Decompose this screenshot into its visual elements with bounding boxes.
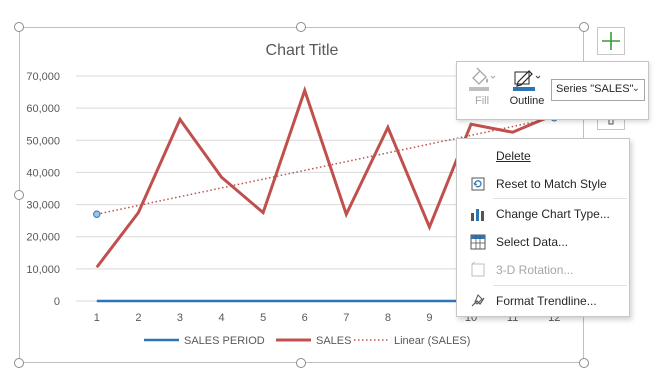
x-tick-label: 4 bbox=[218, 312, 224, 324]
3d-rotation-label: 3-D Rotation... bbox=[496, 263, 574, 277]
resize-handle-middle-left[interactable] bbox=[14, 190, 24, 200]
series-select-dropdown[interactable]: Series "SALES" ⌄ bbox=[551, 79, 645, 101]
chevron-down-icon: ⌄ bbox=[631, 83, 640, 94]
x-tick-label: 9 bbox=[426, 312, 432, 324]
change-chart-type-label: Change Chart Type... bbox=[496, 207, 610, 221]
menu-item-format-trendline[interactable]: Format Trendline... bbox=[457, 288, 629, 314]
y-tick-label: 10,000 bbox=[26, 264, 60, 276]
y-tick-label: 20,000 bbox=[26, 232, 60, 244]
mini-toolbar: Fill Outline Series "SALES" ⌄ bbox=[456, 61, 649, 120]
x-tick-label: 7 bbox=[343, 312, 349, 324]
resize-handle-top-middle[interactable] bbox=[296, 22, 306, 32]
y-tick-label: 50,000 bbox=[26, 135, 60, 147]
x-tick-label: 5 bbox=[260, 312, 266, 324]
fill-bucket-icon bbox=[469, 67, 496, 91]
y-tick-label: 70,000 bbox=[26, 71, 60, 83]
outline-pen-icon bbox=[513, 70, 541, 91]
context-menu: Delete Reset to Match Style Change Chart… bbox=[456, 138, 630, 317]
plus-icon bbox=[602, 32, 620, 50]
menu-item-3d-rotation: 3-D Rotation... bbox=[457, 257, 629, 283]
menu-separator bbox=[493, 285, 627, 286]
chart-elements-button[interactable] bbox=[597, 27, 625, 55]
x-tick-label: 6 bbox=[302, 312, 308, 324]
format-trendline-icon bbox=[471, 294, 485, 307]
format-trendline-label: Format Trendline... bbox=[496, 294, 597, 308]
reset-style-icon bbox=[471, 177, 485, 191]
legend-entry-label[interactable]: SALES bbox=[316, 335, 351, 347]
select-data-icon bbox=[470, 234, 486, 250]
resize-handle-bottom-right[interactable] bbox=[579, 358, 589, 368]
legend[interactable]: SALES PERIOD SALES Linear (SALES) bbox=[144, 335, 470, 347]
menu-item-select-data[interactable]: Select Data... bbox=[457, 229, 629, 255]
y-axis-tick-labels: 0 10,000 20,000 30,000 40,000 50,000 60,000 70,… bbox=[26, 71, 60, 308]
series-select-value: Series "SALES" bbox=[556, 83, 634, 95]
menu-item-delete[interactable]: Delete bbox=[457, 143, 629, 169]
3d-rotation-icon bbox=[471, 261, 485, 277]
y-tick-label: 30,000 bbox=[26, 200, 60, 212]
x-tick-label: 8 bbox=[385, 312, 391, 324]
menu-separator bbox=[493, 198, 627, 199]
reset-label: Reset to Match Style bbox=[496, 177, 607, 191]
x-tick-label: 2 bbox=[135, 312, 141, 324]
legend-entry-label[interactable]: Linear (SALES) bbox=[394, 335, 470, 347]
fill-label: Fill bbox=[474, 95, 490, 107]
change-chart-type-icon bbox=[471, 209, 484, 221]
menu-item-reset-to-match-style[interactable]: Reset to Match Style bbox=[457, 171, 629, 197]
resize-handle-top-left[interactable] bbox=[14, 22, 24, 32]
y-tick-label: 60,000 bbox=[26, 103, 60, 115]
y-tick-label: 0 bbox=[54, 296, 60, 308]
menu-item-change-chart-type[interactable]: Change Chart Type... bbox=[457, 201, 629, 227]
fill-button[interactable]: Fill bbox=[467, 66, 497, 116]
x-tick-label: 1 bbox=[94, 312, 100, 324]
trendline-selection-handle[interactable] bbox=[93, 210, 101, 218]
resize-handle-top-right[interactable] bbox=[579, 22, 589, 32]
resize-handle-bottom-middle[interactable] bbox=[296, 358, 306, 368]
delete-label: Delete bbox=[496, 149, 531, 163]
resize-handle-bottom-left[interactable] bbox=[14, 358, 24, 368]
chart-title[interactable]: Chart Title bbox=[266, 42, 339, 59]
outline-button[interactable]: Outline bbox=[507, 66, 547, 116]
x-tick-label: 3 bbox=[177, 312, 183, 324]
outline-label: Outline bbox=[509, 95, 545, 107]
select-data-label: Select Data... bbox=[496, 235, 569, 249]
menu-item-label: Delete bbox=[496, 149, 531, 163]
legend-entry-label[interactable]: SALES PERIOD bbox=[184, 335, 265, 347]
y-tick-label: 40,000 bbox=[26, 167, 60, 179]
